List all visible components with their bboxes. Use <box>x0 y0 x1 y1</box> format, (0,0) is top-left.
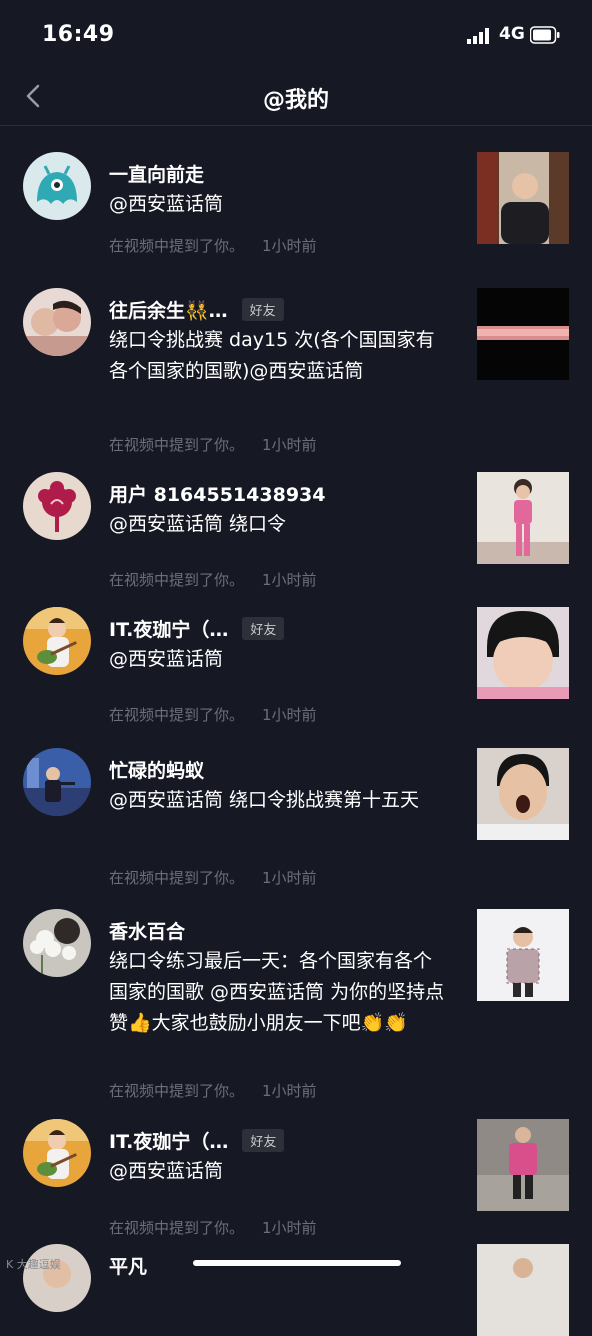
avatar[interactable] <box>23 288 91 356</box>
thumbnail-image <box>477 152 569 244</box>
mention-list: 一直向前走 @西安蓝话筒 在视频中提到了你。 1小时前 往后余生👯… 好友 绕口… <box>0 126 592 1336</box>
page-title: @我的 <box>262 88 329 113</box>
nav-bar: @我的 <box>0 70 592 126</box>
avatar[interactable] <box>23 1119 91 1187</box>
lily-avatar-icon <box>23 909 91 977</box>
friend-badge: 好友 <box>242 1128 285 1152</box>
watermark: K 大趣逗娱 <box>6 1258 61 1271</box>
user-name[interactable]: 一直向前走 <box>109 160 204 187</box>
user-name[interactable]: 用户 8164551438934 <box>109 480 325 507</box>
item-name-row: 用户 8164551438934 <box>109 478 325 508</box>
mention-meta: 在视频中提到了你。 1小时前 <box>109 434 317 455</box>
meta-time: 1小时前 <box>262 706 317 724</box>
video-thumbnail[interactable] <box>477 1119 569 1211</box>
video-thumbnail[interactable] <box>477 748 569 840</box>
photo-avatar-icon <box>23 288 91 356</box>
item-name-row: 往后余生👯… 好友 <box>109 294 284 324</box>
meta-text: 在视频中提到了你。 <box>109 237 245 255</box>
item-name-row: IT.夜珈宁（… 好友 <box>109 1125 285 1155</box>
user-name[interactable]: 往后余生👯… <box>109 296 228 323</box>
guitar-avatar-icon <box>23 1119 91 1187</box>
video-thumbnail[interactable] <box>477 152 569 244</box>
user-name[interactable]: IT.夜珈宁（… <box>109 1127 228 1154</box>
home-indicator[interactable] <box>193 1260 401 1266</box>
list-item[interactable]: 往后余生👯… 好友 绕口令挑战赛 day15 次(各个国国家有各个国家的国歌)@… <box>0 262 592 455</box>
mention-content: 绕口令挑战赛 day15 次(各个国国家有各个国家的国歌)@西安蓝话筒 <box>109 329 435 382</box>
avatar[interactable] <box>23 472 91 540</box>
mention-content: @西安蓝话筒 绕口令挑战赛第十五天 <box>109 789 420 811</box>
mention-content: @西安蓝话筒 绕口令 <box>109 513 287 535</box>
stage-avatar-icon <box>23 748 91 816</box>
user-name[interactable]: 忙碌的蚂蚁 <box>109 756 204 783</box>
mention-meta: 在视频中提到了你。 1小时前 <box>109 235 317 256</box>
status-bar: 16:49 4G <box>0 0 592 70</box>
mention-content: @西安蓝话筒 <box>109 193 224 215</box>
item-name-row: IT.夜珈宁（… 好友 <box>109 613 285 643</box>
friend-badge: 好友 <box>241 297 284 321</box>
list-item[interactable]: 用户 8164551438934 @西安蓝话筒 绕口令 在视频中提到了你。 1小时… <box>0 453 592 590</box>
mention-content: 绕口令练习最后一天：各个国家有各个国家的国歌 @西安蓝话筒 为你的坚持点赞👍大家… <box>109 950 445 1034</box>
meta-time: 1小时前 <box>262 869 317 887</box>
list-item[interactable]: IT.夜珈宁（… 好友 @西安蓝话筒 在视频中提到了你。 1小时前 <box>0 1100 592 1237</box>
item-name-row: 一直向前走 <box>109 158 204 188</box>
thumbnail-image <box>477 748 569 840</box>
user-name[interactable]: 平凡 <box>109 1252 147 1279</box>
meta-text: 在视频中提到了你。 <box>109 1082 245 1100</box>
list-item[interactable]: 忙碌的蚂蚁 @西安蓝话筒 绕口令挑战赛第十五天 在视频中提到了你。 1小时前 <box>0 724 592 887</box>
avatar[interactable] <box>23 909 91 977</box>
mention-meta: 在视频中提到了你。 1小时前 <box>109 569 317 590</box>
thumbnail-image <box>477 607 569 699</box>
list-item[interactable]: 香水百合 绕口令练习最后一天：各个国家有各个国家的国歌 @西安蓝话筒 为你的坚持… <box>0 887 592 1100</box>
video-thumbnail[interactable] <box>477 909 569 1001</box>
video-thumbnail[interactable] <box>477 472 569 564</box>
mention-meta: 在视频中提到了你。 1小时前 <box>109 704 317 725</box>
meta-text: 在视频中提到了你。 <box>109 706 245 724</box>
meta-time: 1小时前 <box>262 1082 317 1100</box>
thumbnail-image <box>477 1119 569 1211</box>
avatar[interactable] <box>23 607 91 675</box>
guitar-avatar-icon <box>23 607 91 675</box>
video-thumbnail[interactable] <box>477 1244 569 1336</box>
battery-icon <box>530 26 560 44</box>
signal-icon <box>467 28 489 44</box>
video-thumbnail[interactable] <box>477 607 569 699</box>
thumbnail-image <box>477 288 569 380</box>
meta-text: 在视频中提到了你。 <box>109 571 245 589</box>
mention-meta: 在视频中提到了你。 1小时前 <box>109 867 317 888</box>
status-time: 16:49 <box>42 22 115 47</box>
list-item[interactable]: IT.夜珈宁（… 好友 @西安蓝话筒 在视频中提到了你。 1小时前 <box>0 588 592 724</box>
mention-content: @西安蓝话筒 <box>109 648 224 670</box>
network-type: 4G <box>499 24 525 44</box>
meta-time: 1小时前 <box>262 237 317 255</box>
photo-avatar-icon <box>23 1244 91 1312</box>
list-item[interactable]: 平凡 <box>0 1226 592 1336</box>
user-name[interactable]: 香水百合 <box>109 917 185 944</box>
flower-avatar-icon <box>23 472 91 540</box>
mention-content: @西安蓝话筒 <box>109 1160 224 1182</box>
meta-text: 在视频中提到了你。 <box>109 869 245 887</box>
meta-time: 1小时前 <box>262 436 317 454</box>
item-name-row: 香水百合 <box>109 915 185 945</box>
avatar[interactable] <box>23 152 91 220</box>
thumbnail-image <box>477 1244 569 1336</box>
avatar[interactable] <box>23 748 91 816</box>
meta-time: 1小时前 <box>262 571 317 589</box>
avatar[interactable] <box>23 1244 91 1312</box>
user-name[interactable]: IT.夜珈宁（… <box>109 615 228 642</box>
monster-avatar-icon <box>23 152 91 220</box>
item-name-row: 忙碌的蚂蚁 <box>109 754 204 784</box>
item-name-row: 平凡 <box>109 1250 147 1280</box>
thumbnail-image <box>477 909 569 1001</box>
list-item[interactable]: 一直向前走 @西安蓝话筒 在视频中提到了你。 1小时前 <box>0 126 592 262</box>
friend-badge: 好友 <box>242 616 285 640</box>
meta-text: 在视频中提到了你。 <box>109 436 245 454</box>
thumbnail-image <box>477 472 569 564</box>
video-thumbnail[interactable] <box>477 288 569 380</box>
mention-meta: 在视频中提到了你。 1小时前 <box>109 1080 317 1101</box>
